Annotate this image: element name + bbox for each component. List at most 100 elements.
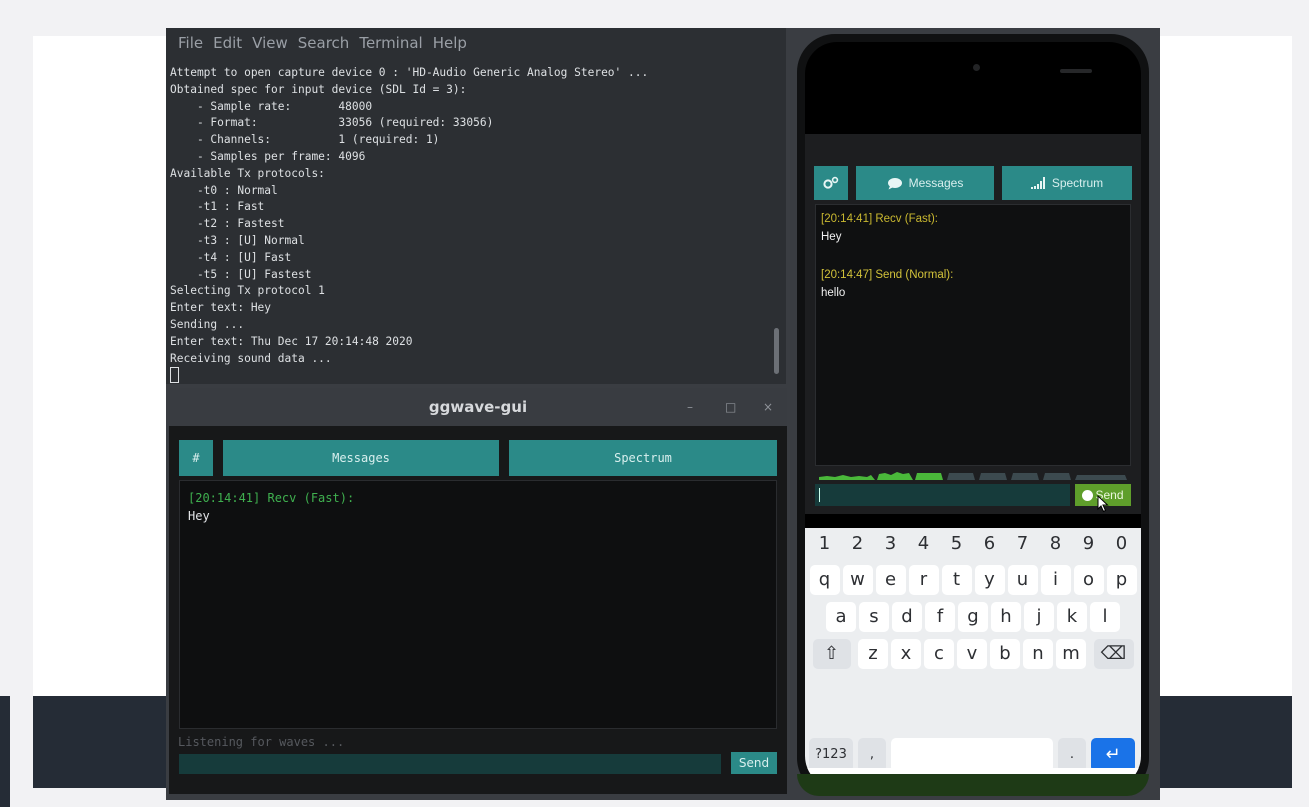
message-header: [20:14:41] Recv (Fast): (821, 213, 938, 225)
key-3[interactable]: 3 (874, 530, 907, 558)
key-t[interactable]: t (941, 565, 972, 595)
menu-edit[interactable]: Edit (213, 34, 242, 52)
key-w[interactable]: w (842, 565, 873, 595)
settings-button[interactable]: # (179, 440, 213, 476)
key-0[interactable]: 0 (1105, 530, 1138, 558)
minimize-icon[interactable]: – (687, 388, 693, 426)
keyboard-number-row: 1 2 3 4 5 6 7 8 9 0 (805, 530, 1141, 558)
terminal-line: -t5 : [U] Fastest (170, 267, 312, 281)
key-u[interactable]: u (1007, 565, 1038, 595)
key-v[interactable]: v (957, 639, 987, 669)
key-k[interactable]: k (1057, 602, 1087, 632)
maximize-icon[interactable]: □ (725, 388, 736, 426)
message-text: Hey (188, 509, 210, 523)
key-o[interactable]: o (1073, 565, 1104, 595)
mouse-pointer-icon (1097, 495, 1109, 513)
key-m[interactable]: m (1056, 639, 1086, 669)
ggwave-gui-window: ggwave-gui – □ × # Messages Spectrum [20… (169, 388, 787, 794)
terminal-line: Sending ... (170, 317, 245, 331)
terminal-scrollbar[interactable] (774, 328, 779, 374)
key-n[interactable]: n (1023, 639, 1053, 669)
key-9[interactable]: 9 (1072, 530, 1105, 558)
window-title: ggwave-gui (428, 398, 528, 416)
key-c[interactable]: c (924, 639, 954, 669)
keyboard-row-1: q w e r t y u i o p (805, 565, 1141, 595)
key-s[interactable]: s (859, 602, 889, 632)
close-icon[interactable]: × (763, 388, 773, 426)
phone-tab-messages[interactable]: Messages (856, 166, 994, 200)
key-y[interactable]: y (974, 565, 1005, 595)
status-text: Listening for waves ... (178, 735, 345, 749)
menu-view[interactable]: View (252, 34, 288, 52)
key-i[interactable]: i (1040, 565, 1071, 595)
shift-icon[interactable]: ⇧ (812, 639, 851, 669)
key-h[interactable]: h (991, 602, 1021, 632)
keyboard-row-2: a s d f g h j k l (805, 602, 1141, 632)
key-l[interactable]: l (1090, 602, 1120, 632)
terminal-line: Available Tx protocols: (170, 166, 325, 180)
settings-gear-button[interactable] (814, 166, 848, 200)
menu-help[interactable]: Help (433, 34, 467, 52)
message-header: [20:14:47] Send (Normal): (821, 269, 954, 281)
terminal-line: Enter text: Thu Dec 17 20:14:48 2020 (170, 334, 413, 348)
message-text: Hey (821, 231, 842, 243)
phone-device: Messages Spectrum [20:14:41] Recv (Fast)… (797, 34, 1149, 796)
key-6[interactable]: 6 (973, 530, 1006, 558)
terminal-line: Attempt to open capture device 0 : 'HD-A… (170, 66, 649, 79)
key-r[interactable]: r (908, 565, 939, 595)
terminal-line: -t4 : [U] Fast (170, 250, 292, 264)
key-1[interactable]: 1 (808, 530, 841, 558)
key-b[interactable]: b (990, 639, 1020, 669)
key-8[interactable]: 8 (1039, 530, 1072, 558)
chat-bubble-icon (887, 177, 902, 189)
key-g[interactable]: g (958, 602, 988, 632)
space-bar[interactable] (891, 738, 1053, 772)
phone-message-input[interactable] (815, 484, 1070, 506)
send-button[interactable]: Send (731, 752, 777, 774)
key-2[interactable]: 2 (841, 530, 874, 558)
speaker-icon (1060, 69, 1092, 73)
backspace-icon[interactable]: ⌫ (1093, 639, 1134, 669)
message-log: [20:14:41] Recv (Fast): Hey (179, 480, 777, 729)
key-x[interactable]: x (891, 639, 921, 669)
menu-search[interactable]: Search (298, 34, 350, 52)
key-q[interactable]: q (809, 565, 840, 595)
phone-tab-spectrum[interactable]: Spectrum (1002, 166, 1132, 200)
tab-spectrum[interactable]: Spectrum (509, 440, 777, 476)
comma-key[interactable]: , (858, 738, 886, 772)
tab-messages[interactable]: Messages (223, 440, 499, 476)
terminal-line: -t1 : Fast (170, 200, 265, 214)
key-5[interactable]: 5 (940, 530, 973, 558)
terminal-line: Selecting Tx protocol 1 (170, 284, 325, 298)
key-d[interactable]: d (892, 602, 922, 632)
terminal-line: -t0 : Normal (170, 183, 278, 197)
terminal-output: Attempt to open capture device 0 : 'HD-A… (170, 65, 770, 386)
spectrum-strip (819, 472, 1127, 480)
key-f[interactable]: f (925, 602, 955, 632)
menu-file[interactable]: File (178, 34, 203, 52)
period-key[interactable]: . (1058, 738, 1086, 772)
on-screen-keyboard: 1 2 3 4 5 6 7 8 9 0 q w e r t y u i o p … (805, 528, 1141, 788)
key-j[interactable]: j (1024, 602, 1054, 632)
symbols-key[interactable]: ?123 (809, 738, 853, 772)
key-p[interactable]: p (1106, 565, 1137, 595)
key-e[interactable]: e (875, 565, 906, 595)
menu-terminal[interactable]: Terminal (359, 34, 422, 52)
phone-message-log: [20:14:41] Recv (Fast): Hey [20:14:47] S… (815, 204, 1131, 466)
phone-tab-messages-label: Messages (908, 176, 964, 190)
message-input[interactable] (179, 754, 721, 774)
terminal-menubar: File Edit View Search Terminal Help (166, 28, 786, 58)
terminal-line: - Samples per frame: 4096 (170, 149, 366, 163)
terminal-cursor[interactable] (170, 367, 179, 384)
keyboard-row-3: ⇧ z x c v b n m ⌫ (805, 639, 1141, 669)
page-left-strip (0, 696, 10, 807)
enter-icon[interactable]: ↵ (1091, 738, 1135, 772)
phone-bottom-edge (797, 774, 1149, 796)
key-4[interactable]: 4 (907, 530, 940, 558)
key-a[interactable]: a (826, 602, 856, 632)
key-7[interactable]: 7 (1006, 530, 1039, 558)
key-z[interactable]: z (858, 639, 888, 669)
terminal-line: - Format: 33056 (required: 33056) (170, 116, 494, 130)
terminal-line: Receiving sound data ... (170, 351, 332, 365)
window-titlebar[interactable]: ggwave-gui – □ × (169, 388, 787, 426)
